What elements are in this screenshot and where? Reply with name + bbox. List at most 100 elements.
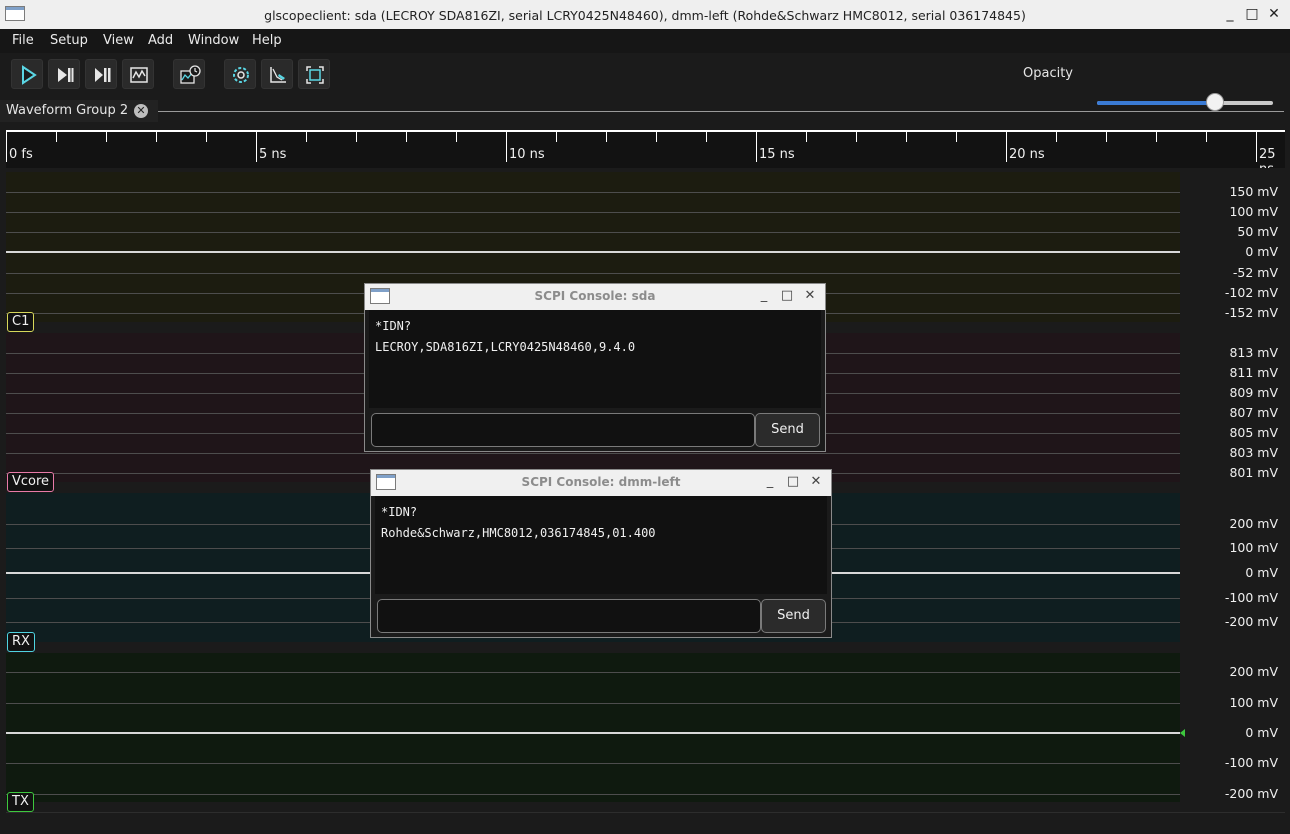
- tab-waveform-group-2[interactable]: Waveform Group 2 ✕: [0, 100, 158, 122]
- channel-label-tx[interactable]: TX: [7, 792, 34, 812]
- console-output-line: LECROY,SDA816ZI,LCRY0425N48460,9.4.0: [375, 340, 636, 354]
- y-axis-label: -152 mV: [1224, 305, 1278, 320]
- toolbar: [0, 53, 1290, 97]
- timeline-label: 10 ns: [509, 147, 545, 162]
- menu-window[interactable]: Window: [188, 33, 239, 48]
- grid-line: [6, 672, 1180, 673]
- grid-line: [6, 763, 1180, 764]
- refresh-settings-button[interactable]: [224, 59, 256, 89]
- timeline-minor-tick: [1056, 132, 1057, 142]
- grid-line: [6, 794, 1180, 795]
- timeline-minor-tick: [56, 132, 57, 142]
- start-trigger-button[interactable]: [11, 59, 43, 89]
- opacity-slider[interactable]: [1097, 93, 1273, 111]
- y-axis-label: 807 mV: [1229, 405, 1278, 420]
- y-axis-label: 801 mV: [1229, 465, 1278, 480]
- channel-label-c1[interactable]: C1: [7, 312, 35, 332]
- minimize-button[interactable]: _: [1222, 6, 1238, 22]
- play-once-icon: [58, 68, 74, 82]
- single-trigger-button[interactable]: [48, 59, 80, 89]
- clear-sweeps-button[interactable]: [261, 59, 293, 89]
- y-axis-label: -100 mV: [1224, 590, 1278, 605]
- menu-bar: File Setup View Add Window Help: [0, 29, 1290, 53]
- y-axis-label: 803 mV: [1229, 445, 1278, 460]
- console-command-input[interactable]: [377, 599, 761, 633]
- waveform-icon: [130, 67, 148, 83]
- timeline-major-tick: [506, 132, 507, 162]
- timeline-minor-tick: [556, 132, 557, 142]
- timeline-major-tick: [6, 132, 7, 162]
- console-command-input[interactable]: [371, 413, 755, 447]
- timeline-minor-tick: [856, 132, 857, 142]
- grid-line: [6, 232, 1180, 233]
- timeline-minor-tick: [656, 132, 657, 142]
- y-axis-label: 100 mV: [1229, 695, 1278, 710]
- console-output-line: Rohde&Schwarz,HMC8012,036174845,01.400: [381, 526, 656, 540]
- channel-plot-tx[interactable]: [6, 653, 1180, 802]
- console-minimize-button[interactable]: _: [757, 288, 771, 304]
- y-axis-label: 813 mV: [1229, 345, 1278, 360]
- opacity-slider-handle[interactable]: [1205, 93, 1224, 111]
- console-titlebar[interactable]: SCPI Console: dmm-left _ □ ✕: [371, 470, 831, 496]
- horizontal-scrollbar[interactable]: [6, 812, 1285, 823]
- timeline-minor-tick: [706, 132, 707, 142]
- timeline-minor-tick: [306, 132, 307, 142]
- opacity-label: Opacity: [1023, 66, 1074, 81]
- y-axis-label: 200 mV: [1229, 664, 1278, 679]
- grid-line: [6, 192, 1180, 193]
- force-trigger-button[interactable]: [85, 59, 117, 89]
- console-maximize-button[interactable]: □: [780, 288, 794, 304]
- grid-line: [6, 453, 1180, 454]
- menu-setup[interactable]: Setup: [50, 33, 88, 48]
- console-titlebar[interactable]: SCPI Console: sda _ □ ✕: [365, 284, 825, 310]
- scpi-console-sda[interactable]: SCPI Console: sda _ □ ✕ *IDN? LECROY,SDA…: [364, 283, 826, 452]
- close-button[interactable]: ✕: [1266, 6, 1282, 22]
- trigger-level-marker[interactable]: [1180, 729, 1185, 737]
- history-button[interactable]: [173, 59, 205, 89]
- timeline-major-tick: [1256, 132, 1257, 162]
- send-button[interactable]: Send: [755, 413, 820, 447]
- timeline-label: 15 ns: [759, 147, 795, 162]
- console-output: *IDN? LECROY,SDA816ZI,LCRY0425N48460,9.4…: [369, 310, 821, 408]
- console-output-line: *IDN?: [375, 319, 412, 333]
- timeline-minor-tick: [156, 132, 157, 142]
- y-axis-label: 200 mV: [1229, 516, 1278, 531]
- timeline-ruler[interactable]: 0 fs 5 ns 10 ns 15 ns 20 ns 25 ns: [6, 130, 1285, 168]
- channel-label-rx[interactable]: RX: [7, 632, 35, 652]
- menu-help[interactable]: Help: [252, 33, 282, 48]
- fullscreen-button[interactable]: [298, 59, 330, 89]
- console-close-button[interactable]: ✕: [809, 474, 823, 490]
- y-axis-label: 0 mV: [1245, 565, 1278, 580]
- timeline-minor-tick: [1206, 132, 1207, 142]
- console-maximize-button[interactable]: □: [786, 474, 800, 490]
- menu-view[interactable]: View: [103, 33, 134, 48]
- timeline-label: 5 ns: [259, 147, 287, 162]
- timeline-label: 0 fs: [9, 147, 33, 162]
- timeline-minor-tick: [1156, 132, 1157, 142]
- channel-label-vcore[interactable]: Vcore: [7, 472, 55, 492]
- console-close-button[interactable]: ✕: [803, 288, 817, 304]
- y-axis-label: -52 mV: [1232, 265, 1278, 280]
- timeline-minor-tick: [1106, 132, 1107, 142]
- stop-trigger-button[interactable]: [122, 59, 154, 89]
- fullscreen-icon: [306, 66, 324, 84]
- play-icon: [22, 65, 37, 85]
- scpi-console-dmm-left[interactable]: SCPI Console: dmm-left _ □ ✕ *IDN? Rohde…: [370, 469, 832, 638]
- maximize-button[interactable]: □: [1244, 6, 1260, 22]
- y-axis-label: 805 mV: [1229, 425, 1278, 440]
- zero-level-line: [6, 251, 1180, 253]
- window-titlebar[interactable]: glscopeclient: sda (LECROY SDA816ZI, ser…: [0, 0, 1290, 30]
- console-minimize-button[interactable]: _: [763, 474, 777, 490]
- timeline-major-tick: [1006, 132, 1007, 162]
- menu-add[interactable]: Add: [148, 33, 173, 48]
- timeline-minor-tick: [906, 132, 907, 142]
- grid-line: [6, 212, 1180, 213]
- send-button[interactable]: Send: [761, 599, 826, 633]
- y-axis-label: -200 mV: [1224, 786, 1278, 801]
- menu-file[interactable]: File: [12, 33, 34, 48]
- console-output: *IDN? Rohde&Schwarz,HMC8012,036174845,01…: [375, 496, 827, 594]
- timeline-label: 20 ns: [1009, 147, 1045, 162]
- tab-close-icon[interactable]: ✕: [134, 104, 148, 118]
- tab-label: Waveform Group 2: [6, 103, 129, 118]
- y-axis-label: -100 mV: [1224, 755, 1278, 770]
